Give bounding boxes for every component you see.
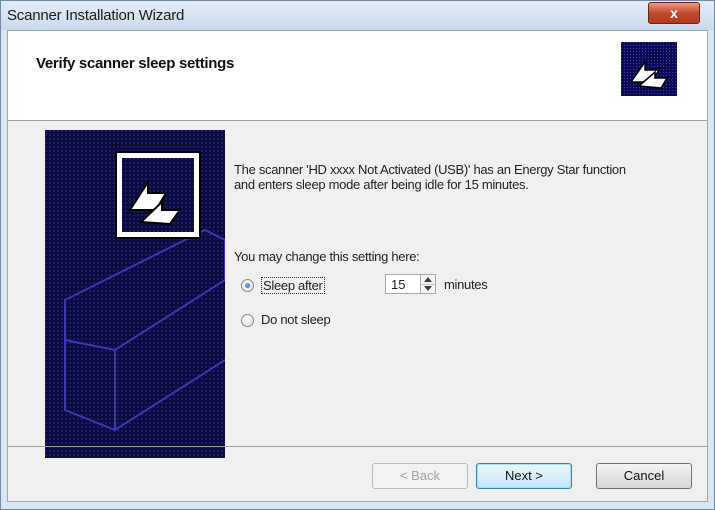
do-not-sleep-radio[interactable]	[241, 314, 254, 327]
do-not-sleep-label[interactable]: Do not sleep	[261, 312, 331, 327]
window-title: Scanner Installation Wizard	[7, 7, 185, 24]
next-button[interactable]: Next >	[476, 463, 572, 489]
sleep-after-label[interactable]: Sleep after	[261, 277, 325, 294]
title-bar[interactable]: Scanner Installation Wizard x	[1, 1, 714, 30]
back-button[interactable]: < Back	[372, 463, 468, 489]
page-title: Verify scanner sleep settings	[36, 55, 235, 72]
chevron-up-icon	[424, 277, 432, 282]
wizard-side-image	[45, 130, 225, 458]
chevron-down-icon	[424, 286, 432, 291]
close-button[interactable]: x	[648, 2, 700, 24]
change-prompt: You may change this setting here:	[234, 249, 420, 264]
scanner-arrows-icon	[621, 42, 677, 96]
footer-divider	[8, 446, 707, 447]
spin-down-button[interactable]	[421, 284, 435, 293]
wizard-window: Scanner Installation Wizard x Verify sca…	[0, 0, 715, 510]
cancel-button[interactable]: Cancel	[596, 463, 692, 489]
minutes-label: minutes	[444, 277, 488, 292]
sleep-after-radio[interactable]	[241, 279, 254, 292]
radio-selected-dot	[245, 283, 250, 288]
sleep-minutes-stepper[interactable]	[420, 274, 436, 294]
close-icon: x	[670, 5, 678, 21]
sleep-minutes-value: 15	[391, 277, 406, 292]
wizard-header: Verify scanner sleep settings	[8, 31, 707, 121]
description-text: The scanner 'HD xxxx Not Activated (USB)…	[234, 162, 626, 192]
sleep-minutes-input[interactable]: 15	[385, 274, 421, 294]
wizard-client-area: Verify scanner sleep settings The scanne…	[7, 30, 708, 502]
